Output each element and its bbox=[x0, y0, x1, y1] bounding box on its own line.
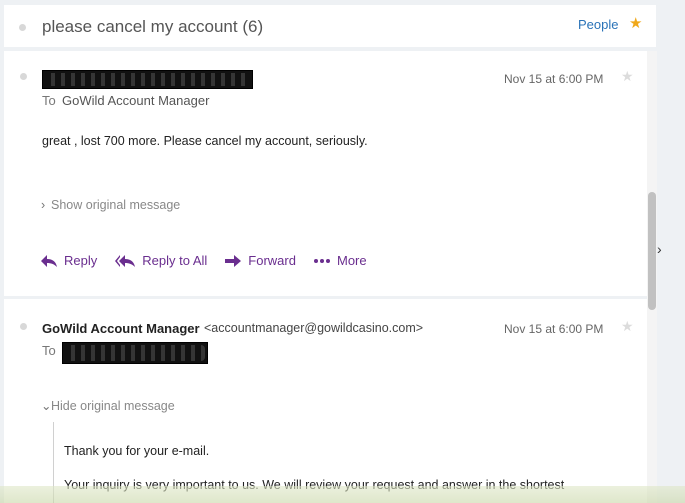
sender-email: <accountmanager@gowildcasino.com> bbox=[204, 321, 424, 335]
thread-subject: please cancel my account (6) bbox=[42, 17, 264, 36]
message-bullet bbox=[20, 323, 27, 330]
reply-all-label: Reply to All bbox=[142, 253, 208, 268]
toggle-label: Hide original message bbox=[51, 399, 175, 413]
message-card-2: GoWild Account Manager <accountmanager@g… bbox=[4, 299, 647, 503]
people-link[interactable]: People bbox=[578, 17, 618, 32]
redacted-sender bbox=[42, 70, 253, 89]
quote-line: Thank you for your e-mail. bbox=[64, 444, 210, 458]
redacted-recipient bbox=[62, 342, 208, 364]
reply-button[interactable]: Reply bbox=[41, 253, 97, 268]
thread-header: please cancel my account (6) People ★ bbox=[4, 5, 656, 47]
message-date: Nov 15 at 6:00 PM bbox=[504, 322, 604, 336]
message-card-1: To GoWild Account Manager Nov 15 at 6:00… bbox=[4, 51, 647, 296]
reply-all-button[interactable]: Reply to All bbox=[115, 253, 207, 268]
forward-arrow-icon bbox=[225, 254, 242, 267]
reply-all-icon bbox=[115, 254, 136, 267]
star-outline-icon[interactable]: ★ bbox=[621, 68, 634, 85]
sender-name[interactable]: GoWild Account Manager bbox=[42, 321, 200, 336]
star-outline-icon[interactable]: ★ bbox=[621, 318, 634, 335]
message-date: Nov 15 at 6:00 PM bbox=[504, 72, 604, 86]
more-label: More bbox=[336, 253, 367, 268]
message-bullet bbox=[20, 73, 27, 80]
more-dots-icon bbox=[313, 258, 330, 263]
chevron-right-icon: › bbox=[41, 198, 46, 212]
forward-label: Forward bbox=[248, 253, 296, 268]
thread-bullet bbox=[19, 24, 26, 31]
to-label: To bbox=[42, 343, 56, 358]
reply-icon bbox=[41, 254, 57, 267]
star-icon[interactable]: ★ bbox=[629, 14, 642, 32]
toggle-label: Show original message bbox=[51, 198, 181, 212]
message-actions: Reply Reply to All Forward More bbox=[41, 253, 385, 268]
scrollbar-thumb[interactable] bbox=[648, 192, 656, 310]
reply-label: Reply bbox=[64, 253, 98, 268]
chevron-right-icon[interactable]: › bbox=[657, 241, 662, 257]
show-original-toggle[interactable]: › Show original message bbox=[41, 198, 180, 212]
hide-original-toggle[interactable]: ⌄Hide original message bbox=[41, 398, 175, 413]
forward-button[interactable]: Forward bbox=[225, 253, 296, 268]
recipient-name[interactable]: GoWild Account Manager bbox=[62, 93, 209, 108]
message-body: great , lost 700 more. Please cancel my … bbox=[42, 134, 368, 148]
chevron-down-icon: ⌄ bbox=[41, 399, 52, 413]
to-label: To bbox=[42, 93, 56, 108]
bottom-strip bbox=[0, 486, 685, 503]
more-button[interactable]: More bbox=[313, 253, 367, 268]
